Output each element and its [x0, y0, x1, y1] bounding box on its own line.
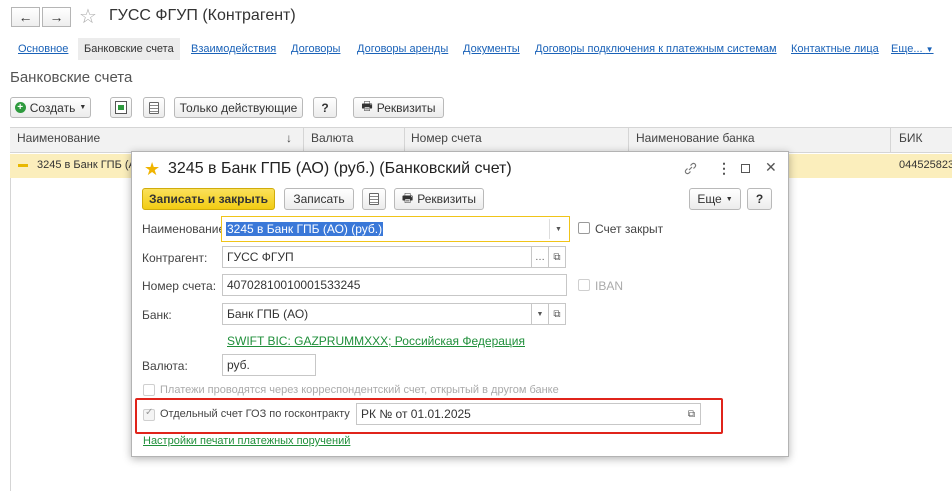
swift-info-link[interactable]: SWIFT BIC: GAZPRUMMXXX; Российская Федер…: [227, 334, 525, 348]
account-number-field[interactable]: 40702810010001533245: [222, 274, 567, 296]
correspondent-account-checkbox[interactable]: [143, 384, 155, 396]
name-label: Наименование:: [142, 222, 229, 236]
highlight-frame: [135, 398, 723, 434]
requisites-button-label: Реквизиты: [417, 192, 477, 206]
account-closed-label: Счет закрыт: [595, 222, 664, 236]
tab-documents[interactable]: Документы: [463, 43, 520, 55]
tab-lease-contracts[interactable]: Договоры аренды: [357, 43, 448, 55]
name-field-value: 3245 в Банк ГПБ (АО) (руб.): [226, 222, 384, 236]
printer-icon: 🖶: [361, 99, 373, 113]
create-button[interactable]: + Создать ▼: [10, 97, 91, 118]
favorite-star-icon[interactable]: ☆: [79, 4, 97, 29]
column-header-bik[interactable]: БИК: [899, 131, 923, 145]
name-field[interactable]: 3245 в Банк ГПБ (АО) (руб.): [221, 216, 570, 242]
copy-button[interactable]: [110, 97, 132, 118]
more-dropdown-label: Еще: [697, 192, 722, 206]
currency-field[interactable]: руб.: [222, 354, 316, 376]
save-and-close-button[interactable]: Записать и закрыть: [142, 188, 275, 210]
favorite-star-icon[interactable]: ★: [144, 159, 160, 180]
chevron-down-icon: ▼: [925, 45, 934, 54]
requisites-button[interactable]: 🖶 Реквизиты: [353, 97, 444, 118]
column-header-bank-name[interactable]: Наименование банка: [636, 131, 755, 145]
save-button[interactable]: Записать: [284, 188, 354, 210]
back-button[interactable]: ←: [11, 7, 40, 27]
requisites-button-label: Реквизиты: [376, 100, 436, 115]
row-bik-cell: 044525823: [899, 159, 952, 171]
help-button[interactable]: ?: [747, 188, 772, 210]
row-marker-icon: [18, 164, 28, 167]
document-list-button[interactable]: [362, 188, 386, 210]
chevron-down-icon: ▼: [725, 195, 733, 203]
tab-bank-accounts[interactable]: Банковские счета: [78, 38, 180, 60]
copy-document-icon: [115, 101, 127, 114]
column-divider: [303, 127, 304, 153]
bank-label: Банк:: [142, 308, 172, 322]
column-divider: [404, 127, 405, 153]
link-icon[interactable]: [684, 162, 697, 178]
tab-contact-persons[interactable]: Контактные лица: [791, 43, 879, 55]
list-settings-button[interactable]: [143, 97, 165, 118]
arrow-left-icon: ←: [18, 9, 33, 25]
column-divider: [890, 127, 891, 153]
correspondent-account-label: Платежи проводятся через корреспондентск…: [160, 384, 559, 396]
bank-field[interactable]: Банк ГПБ (АО): [222, 303, 532, 325]
section-title: Банковские счета: [10, 69, 133, 86]
window-title: ГУСС ФГУП (Контрагент): [109, 7, 296, 24]
tab-more-label: Еще...: [891, 43, 923, 55]
only-active-button[interactable]: Только действующие: [174, 97, 303, 118]
printer-icon: 🖶: [401, 190, 414, 205]
chevron-down-icon: ▼: [79, 104, 87, 111]
document-list-icon: [369, 193, 379, 205]
account-number-label: Номер счета:: [142, 279, 217, 293]
currency-label: Валюта:: [142, 359, 188, 373]
contractor-label: Контрагент:: [142, 251, 208, 265]
more-dropdown-button[interactable]: Еще ▼: [689, 188, 741, 210]
more-menu-icon[interactable]: ⋮: [717, 160, 731, 177]
bank-dropdown-button[interactable]: ▼: [532, 303, 549, 325]
name-dropdown-button[interactable]: ▼: [549, 219, 567, 239]
contractor-field[interactable]: ГУСС ФГУП: [222, 246, 532, 268]
column-header-account-number[interactable]: Номер счета: [411, 131, 482, 145]
table-left-border: [10, 178, 11, 491]
column-header-currency[interactable]: Валюта: [311, 131, 353, 145]
account-closed-checkbox[interactable]: [578, 222, 590, 234]
tab-more[interactable]: Еще... ▼: [891, 43, 934, 55]
column-header-name[interactable]: Наименование: [17, 131, 100, 145]
chevron-down-icon: ▼: [536, 310, 544, 318]
open-window-icon[interactable]: ⧉: [549, 303, 566, 325]
iban-label: IBAN: [595, 279, 624, 293]
tab-interactions[interactable]: Взаимодействия: [191, 43, 276, 55]
tab-payment-system-contracts[interactable]: Договоры подключения к платежным система…: [535, 43, 777, 55]
dialog-title: 3245 в Банк ГПБ (АО) (руб.) (Банковский …: [168, 160, 512, 177]
help-button[interactable]: ?: [313, 97, 337, 118]
sort-arrow-icon: ↓: [286, 131, 292, 145]
requisites-button[interactable]: 🖶 Реквизиты: [394, 188, 484, 210]
chevron-down-icon: ▼: [555, 225, 562, 233]
print-settings-link[interactable]: Настройки печати платежных поручений: [143, 435, 350, 447]
create-button-label: Создать: [29, 100, 76, 115]
column-divider: [628, 127, 629, 153]
close-icon[interactable]: ✕: [765, 159, 777, 176]
tab-contracts[interactable]: Договоры: [291, 43, 340, 55]
plus-circle-icon: +: [14, 102, 26, 113]
contractor-select-button[interactable]: …: [532, 246, 549, 268]
maximize-icon[interactable]: [741, 164, 750, 173]
tab-main[interactable]: Основное: [18, 43, 68, 55]
forward-button[interactable]: →: [42, 7, 71, 27]
open-window-icon[interactable]: ⧉: [549, 246, 566, 268]
arrow-right-icon: →: [49, 9, 64, 25]
document-list-icon: [149, 101, 159, 114]
iban-checkbox[interactable]: [578, 279, 590, 291]
